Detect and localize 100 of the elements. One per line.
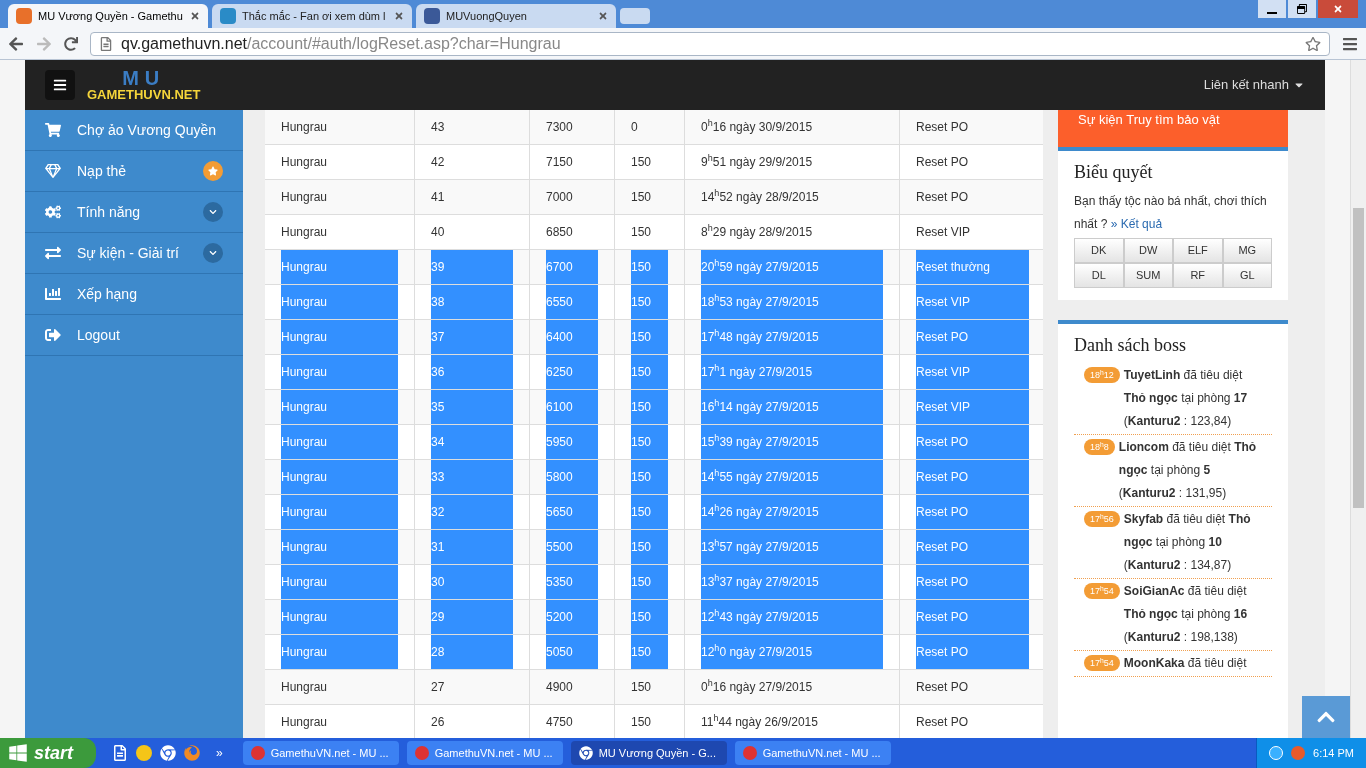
app-icon <box>250 746 265 760</box>
star-badge <box>203 161 223 181</box>
table-cell: 31 <box>431 530 513 564</box>
vote-option-button[interactable]: SUM <box>1123 263 1173 288</box>
table-cell: Reset VIP <box>916 285 1029 319</box>
table-cell-text: Reset PO <box>916 714 969 731</box>
quick-launch-icon[interactable] <box>112 745 128 761</box>
vote-option-button[interactable]: DW <box>1123 238 1173 263</box>
table-cell-text: 0$^{h}$16 ngày 27/9/2015 <box>701 676 813 696</box>
table-cell: 6100 <box>546 390 598 424</box>
table-cell: 33 <box>431 460 513 494</box>
address-bar[interactable]: qv.gamethuvn.net/account/#auth/logReset.asp?char=Hungrau <box>90 31 1330 56</box>
quick-links-menu[interactable]: Liên kết nhanh <box>1203 75 1305 95</box>
back-icon[interactable] <box>8 35 24 52</box>
minimize-button[interactable] <box>1258 0 1286 18</box>
table-cell: 15$^{h}$39 ngày 27/9/2015 <box>701 425 883 459</box>
table-cell-text: 41 <box>431 189 445 206</box>
table-cell-text: 7150 <box>546 154 573 171</box>
cart-icon <box>45 122 61 138</box>
sidebar-item[interactable]: Sự kiện - Giải trí <box>25 233 243 274</box>
table-cell: 16$^{h}$14 ngày 27/9/2015 <box>701 390 883 424</box>
table-cell: 36 <box>431 355 513 389</box>
sidebar-item[interactable]: Tính năng <box>25 192 243 233</box>
table-cell: Hungrau <box>281 565 398 599</box>
vote-option-button[interactable]: RF <box>1173 263 1223 288</box>
table-cell: Reset PO <box>916 460 1029 494</box>
table-cell-text: Hungrau <box>281 154 328 171</box>
table-cell: 28 <box>431 635 513 669</box>
vote-option-button[interactable]: GL <box>1222 263 1272 288</box>
chevron-badge <box>203 202 223 222</box>
table-cell: Hungrau <box>281 460 398 494</box>
table-cell: 6400 <box>546 320 598 354</box>
vote-option-button[interactable]: ELF <box>1173 238 1223 263</box>
table-cell-text: Hungrau <box>281 714 328 731</box>
table-cell: Reset VIP <box>916 390 1029 424</box>
start-button[interactable]: start <box>0 738 96 768</box>
boss-kill-text: TuyetLinh đã tiêu diệt Thỏ ngọc tại phòng 17 (Kanturu2 : 123,84) <box>1123 367 1249 430</box>
table-cell: 150 <box>631 565 668 599</box>
menu-icon <box>53 78 67 92</box>
logout-icon <box>45 327 61 343</box>
boss-kill-text: SoiGianAc đã tiêu diệt Thỏ ngọc tại phòng 16 (Kanturu2 : 198,138) <box>1123 583 1249 646</box>
close-icon[interactable] <box>190 11 200 21</box>
table-cell: 5800 <box>546 460 598 494</box>
table-cell-text: 40 <box>431 224 445 241</box>
poll-question: Bạn thấy tộc nào bá nhất, chơi thích nhất ? » Kết quả <box>1074 193 1268 233</box>
table-cell: 150 <box>631 530 668 564</box>
table-cell-text: 8$^{h}$29 ngày 28/9/2015 <box>701 221 813 241</box>
sidebar-item[interactable]: Nạp thẻ <box>25 151 243 192</box>
chrome-icon[interactable] <box>160 745 176 761</box>
table-cell: 38 <box>431 285 513 319</box>
reload-icon[interactable] <box>64 36 78 51</box>
scroll-to-top-button[interactable] <box>1302 696 1350 738</box>
sidebar-item[interactable]: Logout <box>25 315 243 356</box>
taskbar-window-button[interactable]: MU Vương Quyền - G... <box>570 741 727 765</box>
table-cell-text: 11$^{h}$44 ngày 26/9/2015 <box>701 711 818 731</box>
browser-tab[interactable]: MU Vương Quyền - Gamethu <box>8 4 208 28</box>
table-cell: 30 <box>431 565 513 599</box>
table-cell: Hungrau <box>281 285 398 319</box>
table-cell: 150 <box>631 460 668 494</box>
bookmark-star-icon[interactable] <box>1305 35 1321 52</box>
browser-tab[interactable]: MUVuongQuyen <box>416 4 616 28</box>
table-cell-text: 4900 <box>546 679 573 696</box>
table-cell: 5950 <box>546 425 598 459</box>
app-icon <box>414 746 429 760</box>
time-badge: 17$^{h}$54 <box>1084 583 1120 599</box>
taskbar-window-button[interactable]: GamethuVN.net - MU ... <box>406 741 563 765</box>
vote-option-button[interactable]: DK <box>1074 238 1124 263</box>
time-badge: 17$^{h}$54 <box>1084 655 1120 671</box>
scrollbar[interactable] <box>1350 60 1366 738</box>
close-icon[interactable] <box>598 11 608 21</box>
logo-letters: MU <box>122 68 166 88</box>
results-link[interactable]: » Kết quả <box>1110 217 1163 231</box>
hamburger-button[interactable] <box>45 70 75 100</box>
menu-icon[interactable] <box>1342 35 1358 52</box>
taskbar-window-button[interactable]: GamethuVN.net - MU ... <box>242 741 399 765</box>
poll-title: Biểu quyết <box>1074 161 1154 184</box>
table-cell-text: 14$^{h}$52 ngày 28/9/2015 <box>701 186 819 206</box>
table-cell-text: 150 <box>631 154 652 171</box>
sidebar-item[interactable]: Chợ ảo Vương Quyền <box>25 110 243 151</box>
overflow-chevron[interactable]: » <box>216 744 223 762</box>
table-cell: 13$^{h}$57 ngày 27/9/2015 <box>701 530 883 564</box>
table-cell: 150 <box>631 250 668 284</box>
table-cell-text: 9$^{h}$51 ngày 29/9/2015 <box>701 151 813 171</box>
vote-option-button[interactable]: DL <box>1074 263 1124 288</box>
table-cell-text: 0$^{h}$16 ngày 30/9/2015 <box>701 116 813 136</box>
chevron-badge <box>203 243 223 263</box>
boss-list-title: Danh sách boss <box>1074 334 1187 357</box>
browser-tab[interactable]: Thắc mắc - Fan ơi xem dùm l <box>212 4 412 28</box>
table-cell: 5500 <box>546 530 598 564</box>
restore-button[interactable] <box>1288 0 1316 18</box>
close-icon[interactable] <box>394 11 404 21</box>
table-cell: Hungrau <box>281 390 398 424</box>
table-cell: 150 <box>631 390 668 424</box>
sidebar-item[interactable]: Xếp hạng <box>25 274 243 315</box>
time-badge: 17$^{h}$56 <box>1084 511 1120 527</box>
taskbar-window-button[interactable]: GamethuVN.net - MU ... <box>734 741 891 765</box>
vote-option-button[interactable]: MG <box>1222 238 1272 263</box>
table-cell: 17$^{h}$48 ngày 27/9/2015 <box>701 320 883 354</box>
page-icon <box>99 36 113 51</box>
table-cell-text: 0 <box>631 119 638 136</box>
